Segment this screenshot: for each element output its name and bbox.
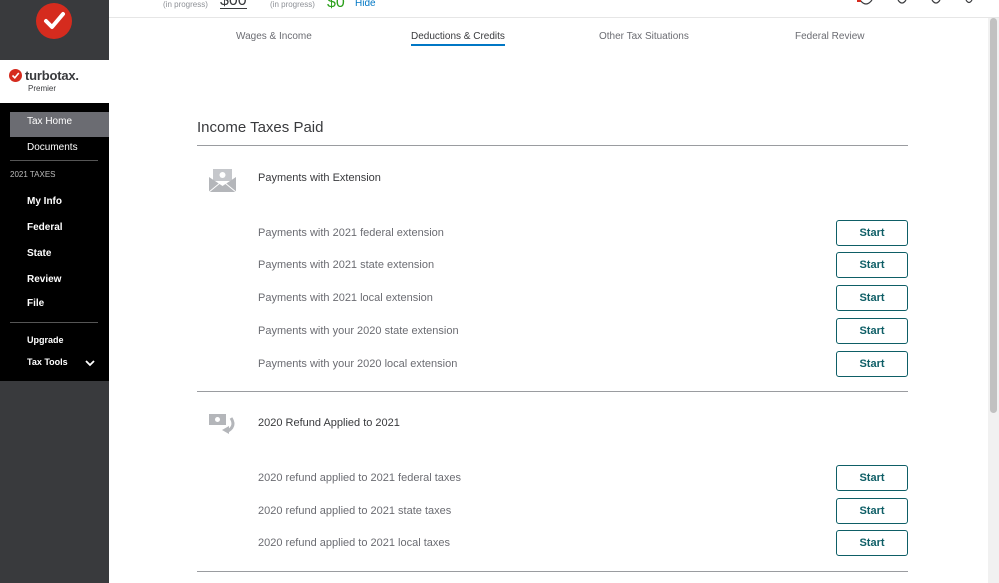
sidebar-item-file[interactable]: File	[27, 298, 44, 309]
sidebar-divider	[10, 322, 98, 323]
federal-progress-label: (in progress)	[163, 0, 208, 9]
sidebar-divider	[10, 160, 98, 161]
tab-federal-review[interactable]: Federal Review	[795, 31, 864, 42]
row-label-2020-state-extension: Payments with your 2020 state extension	[258, 325, 459, 337]
row-label-local-extension: Payments with 2021 local extension	[258, 292, 433, 304]
section-title-payments-extension: Payments with Extension	[258, 172, 381, 184]
state-progress-label: (in progress)	[270, 0, 315, 9]
chevron-down-icon[interactable]	[85, 358, 95, 368]
tab-wages-income[interactable]: Wages & Income	[236, 31, 312, 42]
page-scrollbar[interactable]	[988, 18, 999, 583]
turbotax-logo-icon	[9, 69, 22, 82]
page-title: Income Taxes Paid	[197, 119, 324, 136]
tab-deductions-credits[interactable]: Deductions & Credits	[411, 31, 505, 46]
sidebar-item-upgrade[interactable]: Upgrade	[27, 335, 64, 345]
start-button-refund-local[interactable]: Start	[836, 530, 908, 556]
federal-refund-value: $00	[220, 0, 247, 9]
section-divider	[197, 571, 908, 572]
help-icon[interactable]	[931, 0, 941, 6]
sidebar-item-documents[interactable]: Documents	[27, 142, 78, 153]
hide-link[interactable]: Hide	[355, 0, 376, 9]
sidebar: turbotax. Premier Tax Home Documents 202…	[0, 0, 109, 583]
start-button-2020-local-extension[interactable]: Start	[836, 351, 908, 377]
sidebar-item-tax-tools[interactable]: Tax Tools	[27, 357, 68, 367]
refund-arrow-icon	[209, 414, 235, 434]
start-button-local-extension[interactable]: Start	[836, 285, 908, 311]
row-label-refund-local: 2020 refund applied to 2021 local taxes	[258, 537, 451, 549]
tab-other-tax-situations[interactable]: Other Tax Situations	[599, 31, 689, 42]
start-button-refund-federal[interactable]: Start	[836, 465, 908, 491]
start-button-federal-extension[interactable]: Start	[836, 220, 908, 246]
sidebar-header	[0, 0, 109, 60]
sidebar-section-2021-taxes: 2021 TAXES	[10, 170, 56, 179]
row-label-federal-extension: Payments with 2021 federal extension	[258, 227, 444, 239]
sidebar-item-my-info[interactable]: My Info	[27, 196, 62, 207]
start-button-2020-state-extension[interactable]: Start	[836, 318, 908, 344]
section-title-refund-applied: 2020 Refund Applied to 2021	[258, 417, 400, 429]
section-divider	[197, 391, 908, 392]
row-label-2020-local-extension: Payments with your 2020 local extension	[258, 358, 458, 370]
brand-area: turbotax. Premier	[0, 60, 109, 103]
brand-edition: Premier	[28, 84, 57, 93]
scrollbar-thumb[interactable]	[990, 18, 997, 413]
section-tabs: Wages & Income Deductions & Credits Othe…	[109, 18, 999, 56]
sidebar-item-tax-home[interactable]: Tax Home	[27, 116, 72, 127]
row-label-refund-state: 2020 refund applied to 2021 state taxes	[258, 505, 452, 517]
row-label-refund-federal: 2020 refund applied to 2021 federal taxe…	[258, 472, 462, 484]
refund-meter-bar: (in progress) $00 (in progress) $0 Hide	[109, 0, 999, 18]
state-refund-value: $0	[327, 0, 345, 11]
brand-name: turbotax.	[25, 68, 79, 83]
start-button-state-extension[interactable]: Start	[836, 252, 908, 278]
sidebar-item-federal[interactable]: Federal	[27, 222, 63, 233]
turbotax-check-logo[interactable]	[36, 3, 72, 39]
sidebar-item-state[interactable]: State	[27, 248, 51, 259]
row-label-state-extension: Payments with 2021 state extension	[258, 259, 435, 271]
start-button-refund-state[interactable]: Start	[836, 498, 908, 524]
bell-icon[interactable]	[857, 0, 875, 6]
title-divider	[197, 145, 908, 146]
account-icon[interactable]	[964, 0, 974, 6]
envelope-money-icon	[209, 169, 236, 192]
sidebar-item-review[interactable]: Review	[27, 274, 61, 285]
search-icon[interactable]	[897, 0, 907, 6]
